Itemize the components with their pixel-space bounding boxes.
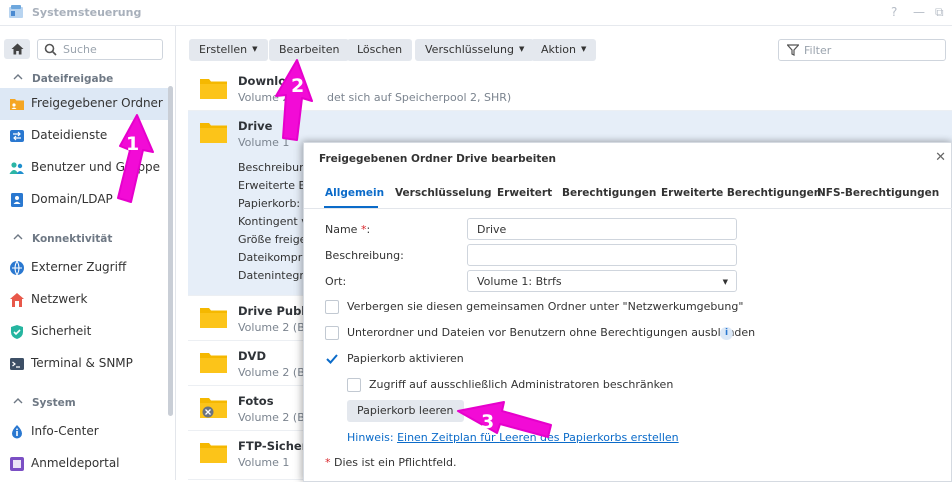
- folder-icon: [200, 443, 227, 463]
- edit-button[interactable]: Bearbeiten: [269, 39, 350, 61]
- tab-berechtigungen[interactable]: Berechtigungen: [562, 187, 656, 199]
- tab-nfs-berechtigungen[interactable]: NFS-Berechtigungen: [817, 187, 939, 199]
- chevron-up-icon: [13, 398, 23, 404]
- schedule-link[interactable]: Einen Zeitplan für: [397, 431, 499, 444]
- shared-folder-icon: [10, 99, 24, 110]
- caret-down-icon: ▼: [722, 278, 728, 286]
- sidebar-item-network[interactable]: Netzwerk: [0, 284, 168, 316]
- info-center-icon: [12, 425, 22, 439]
- hint-text: Hinweis: Einen Zeitplan für Leeren des P…: [347, 431, 679, 444]
- home-icon: [11, 43, 23, 55]
- help-icon[interactable]: ?: [891, 5, 897, 19]
- tab-allgemein[interactable]: Allgemein: [325, 187, 384, 199]
- hide-network-checkbox[interactable]: [325, 300, 339, 314]
- section-konnektivitaet[interactable]: Konnektivität: [0, 230, 176, 250]
- tab-verschluesselung[interactable]: Verschlüsselung: [395, 187, 492, 199]
- security-shield-icon: [11, 325, 23, 339]
- sidebar-item-shared-folder[interactable]: Freigegebener Ordner: [0, 88, 168, 120]
- hide-subfolders-checkbox[interactable]: [325, 326, 339, 340]
- schedule-link-tail[interactable]: Leeren des Papierkorbs erstellen: [499, 431, 679, 444]
- restore-icon[interactable]: ⧉: [935, 5, 944, 20]
- control-panel-icon: [9, 5, 23, 18]
- window-title: Systemsteuerung: [32, 6, 142, 19]
- sidebar-item-login-portal[interactable]: Anmeldeportal: [0, 448, 168, 480]
- search-placeholder: Suche: [63, 43, 97, 56]
- folder-disabled-icon: [200, 398, 227, 418]
- folder-row-downloads[interactable]: Downlo Volume 2 det sich auf Speicherpoo…: [188, 70, 952, 111]
- search-input[interactable]: Suche: [37, 39, 163, 60]
- empty-recycle-bin-button[interactable]: Papierkorb leeren: [347, 400, 464, 422]
- toolbar: Erstellen ▼ Bearbeiten Löschen Verschlüss…: [176, 26, 952, 70]
- description-label: Beschreibung:: [325, 249, 404, 262]
- search-icon: [44, 43, 57, 56]
- domain-ldap-icon: [11, 193, 23, 207]
- delete-button[interactable]: Löschen: [347, 39, 413, 61]
- login-portal-icon: [10, 457, 24, 471]
- chevron-up-icon: [13, 234, 23, 240]
- name-field[interactable]: Drive: [467, 218, 737, 240]
- checkmark-icon[interactable]: [325, 352, 339, 366]
- folder-icon: [200, 353, 227, 373]
- folder-icon: [200, 308, 227, 328]
- caret-down-icon: ▼: [580, 45, 587, 53]
- section-dateifreigabe[interactable]: Dateifreigabe: [0, 70, 176, 90]
- description-field[interactable]: [467, 244, 737, 266]
- title-bar: Systemsteuerung ? — ⧉: [0, 0, 952, 26]
- dialog-title: Freigegebenen Ordner Drive bearbeiten: [319, 153, 556, 165]
- home-button[interactable]: [4, 39, 30, 59]
- tab-erweiterte-berechtigungen[interactable]: Erweiterte Berechtigungen: [661, 187, 821, 199]
- sidebar-item-user-group[interactable]: Benutzer und Gruppe: [0, 152, 168, 184]
- location-label: Ort:: [325, 275, 347, 288]
- filter-icon: [787, 44, 799, 56]
- folder-icon: [200, 79, 227, 99]
- network-icon: [10, 293, 24, 307]
- sidebar: Suche Dateifreigabe Freigegebener Ordner…: [0, 26, 176, 480]
- file-services-icon: [10, 130, 24, 142]
- admin-only-checkbox[interactable]: [347, 378, 361, 392]
- folder-icon: [200, 123, 227, 143]
- sidebar-item-domain-ldap[interactable]: Domain/LDAP: [0, 184, 168, 216]
- sidebar-item-file-services[interactable]: Dateidienste: [0, 120, 168, 152]
- location-select[interactable]: Volume 1: Btrfs ▼: [467, 270, 737, 292]
- edit-shared-folder-dialog: Freigegebenen Ordner Drive bearbeiten ✕ …: [303, 142, 952, 482]
- tab-erweitert[interactable]: Erweitert: [497, 187, 552, 199]
- caret-down-icon: ▼: [518, 45, 525, 53]
- minimize-icon[interactable]: —: [913, 5, 925, 19]
- sidebar-item-info-center[interactable]: Info-Center: [0, 416, 168, 448]
- name-label: Name *:: [325, 223, 371, 236]
- terminal-icon: [10, 358, 24, 370]
- external-access-icon: [10, 260, 24, 276]
- filter-input[interactable]: Filter: [778, 39, 946, 61]
- sidebar-item-security[interactable]: Sicherheit: [0, 316, 168, 348]
- chevron-up-icon: [13, 74, 23, 80]
- required-note: * Dies ist ein Pflichtfeld.: [325, 456, 457, 469]
- sidebar-scrollbar[interactable]: [168, 86, 173, 416]
- action-button[interactable]: Aktion ▼: [531, 39, 597, 61]
- create-button[interactable]: Erstellen ▼: [189, 39, 268, 61]
- user-group-icon: [9, 162, 24, 174]
- active-tab-indicator: [324, 206, 378, 208]
- caret-down-icon: ▼: [252, 45, 258, 53]
- close-icon[interactable]: ✕: [935, 150, 946, 165]
- sidebar-item-terminal-snmp[interactable]: Terminal & SNMP: [0, 348, 168, 380]
- sidebar-item-external-access[interactable]: Externer Zugriff: [0, 252, 168, 284]
- dialog-tabs: Allgemein Verschlüsselung Erweitert Bere…: [304, 179, 952, 209]
- info-icon[interactable]: i: [720, 327, 733, 340]
- encryption-button[interactable]: Verschlüsselung ▼: [415, 39, 535, 61]
- section-system[interactable]: System: [0, 394, 176, 414]
